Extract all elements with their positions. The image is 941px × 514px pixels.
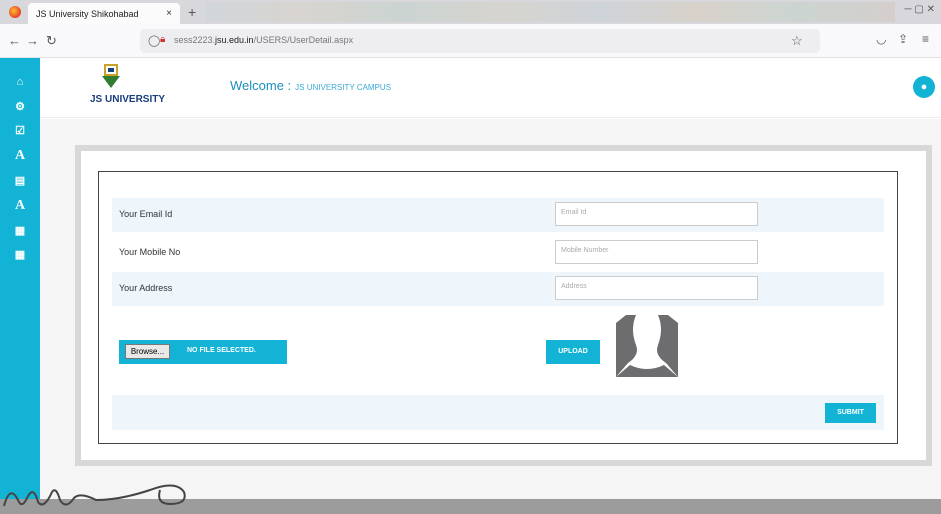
home-icon[interactable]: ⌂ [0, 76, 40, 88]
tab-close-icon[interactable]: × [166, 8, 172, 19]
forward-icon[interactable]: → [26, 33, 39, 48]
campus-name: JS UNIVERSITY CAMPUS [295, 83, 392, 92]
chart-icon[interactable]: ▦ [0, 248, 40, 261]
file-upload-box: Browse... NO FILE SELECTED. [119, 340, 287, 364]
address-label: Your Address [119, 283, 173, 293]
blurred-tabs [205, 2, 895, 22]
sidebar: ⌂ ⚙ ☑ A ▤ A ▦ ▦ [0, 58, 40, 514]
address-field[interactable]: Address [555, 276, 758, 300]
bookmark-star-icon[interactable]: ☆ [791, 33, 803, 49]
submit-button[interactable]: SUBMIT [825, 403, 876, 423]
font-icon[interactable]: A [0, 148, 40, 164]
url-text[interactable]: sess2223.jsu.edu.in/USERS/UserDetail.asp… [174, 35, 353, 45]
extensions-icon[interactable]: ⇪ [898, 32, 908, 46]
browser-tab[interactable]: JS University Shikohabad × [28, 3, 180, 24]
upload-button[interactable]: UPLOAD [546, 340, 600, 364]
no-file-selected-text: NO FILE SELECTED. [187, 347, 256, 354]
lock-icon[interactable]: 🔒︎ [160, 34, 165, 45]
user-avatar-icon[interactable]: ● [913, 76, 935, 98]
tab-title: JS University Shikohabad [36, 8, 139, 19]
mobile-label: Your Mobile No [119, 247, 181, 257]
mobile-row: Your Mobile No Mobile Number [112, 236, 884, 270]
menu-icon[interactable]: ≡ [922, 32, 929, 46]
email-field[interactable]: Email Id [555, 202, 758, 226]
email-label: Your Email Id [119, 209, 173, 219]
mobile-field[interactable]: Mobile Number [555, 240, 758, 264]
email-row: Your Email Id Email Id [112, 198, 884, 232]
pocket-icon[interactable]: ◡ [876, 32, 886, 46]
logo-text: JS UNIVERSITY [90, 94, 166, 105]
shield-icon[interactable]: ◯ [148, 34, 160, 47]
window-controls[interactable]: ─ ▢ ✕ [905, 4, 935, 15]
address-row: Your Address Address [112, 272, 884, 306]
checkbox-icon[interactable]: ☑ [0, 124, 40, 137]
welcome-text: Welcome : JS UNIVERSITY CAMPUS [230, 78, 392, 93]
submit-row: SUBMIT [112, 395, 884, 430]
firefox-icon [9, 6, 21, 18]
url-bar[interactable]: ◯ 🔒︎ sess2223.jsu.edu.in/USERS/UserDetai… [140, 29, 820, 53]
reload-icon[interactable]: ↻ [46, 33, 57, 49]
browser-navbar: ← → ↻ ◯ 🔒︎ sess2223.jsu.edu.in/USERS/Use… [0, 24, 941, 58]
back-icon[interactable]: ← [8, 33, 21, 48]
chart-icon[interactable]: ▦ [0, 224, 40, 237]
handwritten-signature [3, 484, 186, 507]
university-logo-icon [102, 64, 120, 88]
user-photo-placeholder-icon [616, 315, 678, 377]
page-header: JS UNIVERSITY Welcome : JS UNIVERSITY CAM… [40, 58, 941, 118]
new-tab-button[interactable]: + [188, 4, 196, 20]
browser-tabbar: JS University Shikohabad × + ─ ▢ ✕ [0, 0, 941, 24]
font-icon[interactable]: A [0, 198, 40, 214]
settings-icon[interactable]: ⚙ [0, 100, 40, 113]
browse-button[interactable]: Browse... [125, 344, 170, 359]
document-icon[interactable]: ▤ [0, 174, 40, 187]
